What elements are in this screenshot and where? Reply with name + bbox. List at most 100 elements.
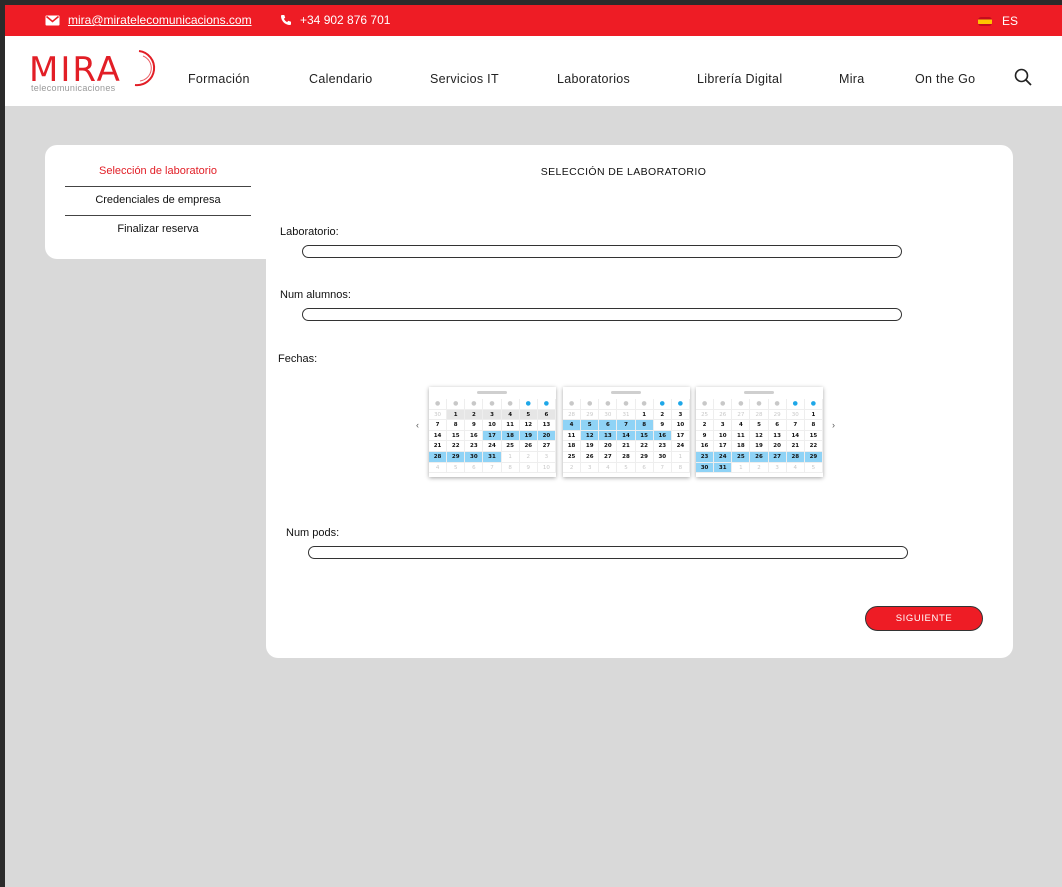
calendar-day[interactable]: 26 — [581, 451, 600, 463]
nav-laboratorios[interactable]: Laboratorios — [557, 72, 630, 86]
calendar-month-3[interactable]: ● ● ● ● ● ● ● 25 26 27 28 29 30 1 2 3 4 5 6 7 8 9 10 11 12 13 14 15… — [696, 387, 823, 477]
calendar-day[interactable]: 10 — [671, 420, 690, 431]
calendar-next-icon[interactable]: › — [832, 420, 835, 430]
calendar-day[interactable]: 5 — [750, 420, 769, 431]
calendar-day[interactable]: 1 — [671, 451, 690, 463]
calendar-day[interactable]: 13 — [537, 420, 556, 431]
calendar-day[interactable]: 10 — [483, 420, 502, 431]
nav-libreria-digital[interactable]: Librería Digital — [697, 72, 782, 86]
calendar-day[interactable]: 28 — [563, 409, 582, 421]
calendar-month-2[interactable]: ● ● ● ● ● ● ● 28 29 30 31 1 2 3 4 5 6 7 8 9 10 11 12 13 14 15 16 17… — [563, 387, 690, 477]
calendar-day[interactable]: 23 — [696, 451, 715, 463]
calendar-day[interactable]: 3 — [714, 420, 733, 431]
calendar-day[interactable]: 6 — [537, 409, 556, 421]
email-address[interactable]: mira@miratelecomunicacions.com — [68, 13, 252, 27]
calendar-day[interactable]: 30 — [786, 409, 805, 421]
search-icon[interactable] — [1014, 68, 1032, 86]
calendar-day[interactable]: 1 — [501, 451, 520, 463]
calendar-day[interactable]: 1 — [804, 409, 823, 421]
calendar-day[interactable]: 7 — [786, 420, 805, 431]
calendar-day[interactable]: 3 — [671, 409, 690, 421]
calendar-day[interactable]: 26 — [519, 441, 538, 452]
calendar-day[interactable]: 7 — [653, 462, 672, 474]
laboratorio-field[interactable] — [302, 245, 902, 258]
calendar-day[interactable]: 10 — [714, 430, 733, 442]
calendar-day[interactable]: 6 — [768, 420, 787, 431]
calendar-day[interactable]: 10 — [537, 462, 556, 474]
calendar-day[interactable]: 2 — [519, 451, 538, 463]
calendar-day[interactable]: 7 — [429, 420, 448, 431]
calendar-day[interactable]: 24 — [483, 441, 502, 452]
calendar-day[interactable]: 26 — [750, 451, 769, 463]
calendar-day[interactable]: 31 — [714, 462, 733, 474]
calendar-day[interactable]: 20 — [537, 430, 556, 442]
calendar-day[interactable]: 12 — [750, 430, 769, 442]
calendar-day[interactable]: 11 — [732, 430, 751, 442]
calendar-day[interactable]: 25 — [501, 441, 520, 452]
calendar-day[interactable]: 1 — [635, 409, 654, 421]
calendar-day[interactable]: 22 — [447, 441, 466, 452]
calendar-day[interactable]: 28 — [750, 409, 769, 421]
calendar-day[interactable]: 18 — [501, 430, 520, 442]
calendar-day[interactable]: 5 — [581, 420, 600, 431]
calendar-day[interactable]: 31 — [483, 451, 502, 463]
calendar-day[interactable]: 18 — [563, 441, 582, 452]
calendar-day[interactable]: 20 — [768, 441, 787, 452]
calendar-day[interactable]: 19 — [750, 441, 769, 452]
nav-calendario[interactable]: Calendario — [309, 72, 372, 86]
nav-mira[interactable]: Mira — [839, 72, 865, 86]
calendar-day[interactable]: 20 — [599, 441, 618, 452]
calendar-day[interactable]: 13 — [599, 430, 618, 442]
calendar-day[interactable]: 9 — [653, 420, 672, 431]
calendar-day[interactable]: 31 — [617, 409, 636, 421]
calendar-day[interactable]: 7 — [617, 420, 636, 431]
calendar-day[interactable]: 23 — [653, 441, 672, 452]
calendar-day[interactable]: 19 — [581, 441, 600, 452]
calendar-day[interactable]: 9 — [696, 430, 715, 442]
calendar-day[interactable]: 28 — [617, 451, 636, 463]
calendar-day[interactable]: 4 — [599, 462, 618, 474]
calendar-day[interactable]: 2 — [465, 409, 484, 421]
calendar-day[interactable]: 2 — [750, 462, 769, 474]
calendar-day[interactable]: 29 — [581, 409, 600, 421]
alumnos-field[interactable] — [302, 308, 902, 321]
calendar-day[interactable]: 22 — [804, 441, 823, 452]
calendar-day[interactable]: 11 — [501, 420, 520, 431]
calendar-day[interactable]: 29 — [447, 451, 466, 463]
calendar-day[interactable]: 30 — [429, 409, 448, 421]
calendar-day[interactable]: 6 — [465, 462, 484, 474]
mira-logo[interactable]: MIRA telecomunicaciones — [29, 50, 164, 96]
siguiente-button[interactable]: SIGUIENTE — [865, 606, 983, 631]
calendar-day[interactable]: 6 — [599, 420, 618, 431]
calendar-day[interactable]: 4 — [786, 462, 805, 474]
calendar-prev-icon[interactable]: ‹ — [416, 420, 419, 430]
pods-field[interactable] — [308, 546, 908, 559]
step-credenciales-empresa[interactable]: Credenciales de empresa — [65, 194, 251, 206]
language-selector[interactable]: ES — [977, 14, 1018, 28]
calendar-day[interactable]: 27 — [537, 441, 556, 452]
calendar-day[interactable]: 5 — [519, 409, 538, 421]
calendar-day[interactable]: 22 — [635, 441, 654, 452]
calendar-day[interactable]: 28 — [786, 451, 805, 463]
calendar-day[interactable]: 17 — [714, 441, 733, 452]
calendar-day[interactable]: 7 — [483, 462, 502, 474]
calendar-day[interactable]: 29 — [804, 451, 823, 463]
calendar-day[interactable]: 4 — [429, 462, 448, 474]
calendar-day[interactable]: 25 — [732, 451, 751, 463]
calendar-day[interactable]: 19 — [519, 430, 538, 442]
calendar-day[interactable]: 6 — [635, 462, 654, 474]
calendar-day[interactable]: 14 — [429, 430, 448, 442]
calendar-day[interactable]: 9 — [519, 462, 538, 474]
calendar-day[interactable]: 8 — [501, 462, 520, 474]
calendar-day[interactable]: 17 — [671, 430, 690, 442]
calendar-day[interactable]: 24 — [714, 451, 733, 463]
calendar-day[interactable]: 3 — [483, 409, 502, 421]
nav-on-the-go[interactable]: On the Go — [915, 72, 975, 86]
calendar-day[interactable]: 21 — [786, 441, 805, 452]
calendar-day[interactable]: 15 — [635, 430, 654, 442]
step-seleccion-laboratorio[interactable]: Selección de laboratorio — [65, 165, 251, 177]
calendar-day[interactable]: 21 — [617, 441, 636, 452]
calendar-day[interactable]: 2 — [653, 409, 672, 421]
calendar-day[interactable]: 12 — [519, 420, 538, 431]
phone-number[interactable]: +34 902 876 701 — [300, 13, 390, 27]
